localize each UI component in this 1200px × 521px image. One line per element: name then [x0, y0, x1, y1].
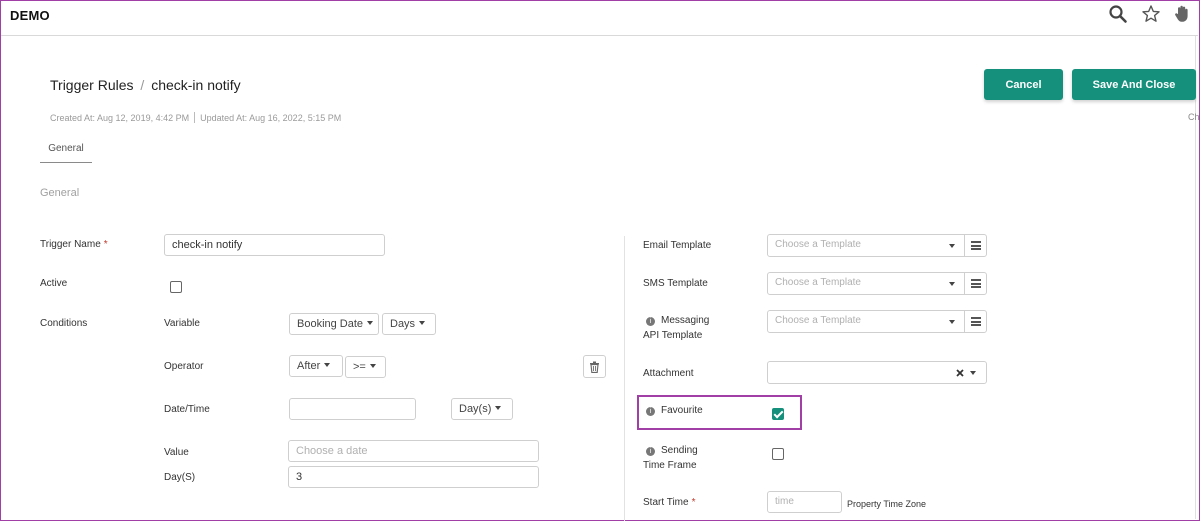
chevron-down-icon: [495, 406, 502, 410]
delete-condition-button[interactable]: [583, 355, 606, 378]
variable-select[interactable]: Booking Date: [289, 313, 379, 335]
favourite-label: i Favourite: [646, 403, 703, 418]
active-label: Active: [40, 278, 68, 289]
attachment-label: Attachment: [643, 368, 694, 379]
days-input[interactable]: 3: [288, 466, 539, 488]
created-at: Created At: Aug 12, 2019, 4:42 PM: [50, 113, 190, 123]
clear-icon[interactable]: [956, 369, 964, 377]
attachment-select[interactable]: [767, 361, 987, 384]
breadcrumb-root[interactable]: Trigger Rules: [50, 77, 134, 93]
active-checkbox[interactable]: [170, 281, 182, 293]
value-label: Value: [164, 447, 189, 458]
chevron-down-icon: [324, 363, 331, 367]
record-meta: Created At: Aug 12, 2019, 4:42 PM Updated…: [50, 112, 341, 123]
breadcrumb-separator: /: [140, 77, 145, 93]
column-divider: [624, 236, 625, 521]
sending-time-frame-checkbox[interactable]: [772, 448, 784, 460]
updated-at: Updated At: Aug 16, 2022, 5:15 PM: [200, 113, 342, 123]
hand-icon[interactable]: [1172, 4, 1192, 24]
trigger-name-label: Trigger Name *: [40, 239, 108, 250]
favourite-checkbox[interactable]: [772, 408, 784, 420]
page-title: Trigger Rules / check-in notify: [50, 77, 241, 93]
chevron-down-icon: [949, 244, 955, 248]
variable-unit-select[interactable]: Days: [382, 313, 436, 335]
info-icon: i: [646, 447, 655, 456]
top-bar: DEMO: [1, 1, 1198, 36]
brand-logo: DEMO: [10, 8, 50, 23]
tab-general[interactable]: General: [40, 143, 92, 163]
list-menu-icon[interactable]: [971, 317, 981, 326]
section-title: General: [40, 187, 80, 199]
messaging-template-label: i Messaging API Template: [643, 315, 710, 341]
chevron-down-icon: [949, 320, 955, 324]
days-label: Day(S): [164, 472, 196, 483]
save-and-close-button[interactable]: Save And Close: [1072, 69, 1196, 100]
chevron-down-icon: [949, 282, 955, 286]
list-menu-icon[interactable]: [971, 241, 981, 250]
datetime-label: Date/Time: [164, 404, 210, 415]
email-template-label: Email Template: [643, 240, 712, 251]
start-time-input[interactable]: time: [767, 491, 842, 513]
search-icon[interactable]: [1108, 4, 1128, 24]
list-menu-icon[interactable]: [971, 279, 981, 288]
chevron-down-icon: [970, 371, 976, 375]
breadcrumb-current: check-in notify: [151, 77, 241, 93]
truncated-label: Ch: [1188, 112, 1200, 122]
conditions-label: Conditions: [40, 318, 88, 329]
messaging-template-select[interactable]: Choose a Template: [767, 310, 987, 333]
operator-compare-select[interactable]: >=: [345, 356, 386, 378]
scrollbar-track: [1195, 36, 1196, 519]
info-icon: i: [646, 407, 655, 416]
sending-time-frame-label: i Sending Time Frame: [643, 445, 698, 471]
email-template-select[interactable]: Choose a Template: [767, 234, 987, 257]
cancel-button[interactable]: Cancel: [984, 69, 1063, 100]
start-time-label: Start Time *: [643, 497, 696, 508]
sms-template-select[interactable]: Choose a Template: [767, 272, 987, 295]
operator-label: Operator: [164, 361, 204, 372]
chevron-down-icon: [369, 364, 376, 368]
trigger-name-input[interactable]: check-in notify: [164, 234, 385, 256]
datetime-input[interactable]: [289, 398, 416, 420]
chevron-down-icon: [419, 321, 426, 325]
timezone-label: Property Time Zone: [847, 499, 927, 509]
star-icon[interactable]: [1141, 4, 1161, 24]
info-icon: i: [646, 317, 655, 326]
datetime-unit-select[interactable]: Day(s): [451, 398, 513, 420]
operator-select[interactable]: After: [289, 355, 343, 377]
variable-label: Variable: [164, 318, 200, 329]
value-date-input[interactable]: Choose a date: [288, 440, 539, 462]
chevron-down-icon: [367, 321, 374, 325]
trash-icon: [590, 361, 599, 373]
sms-template-label: SMS Template: [643, 278, 708, 289]
